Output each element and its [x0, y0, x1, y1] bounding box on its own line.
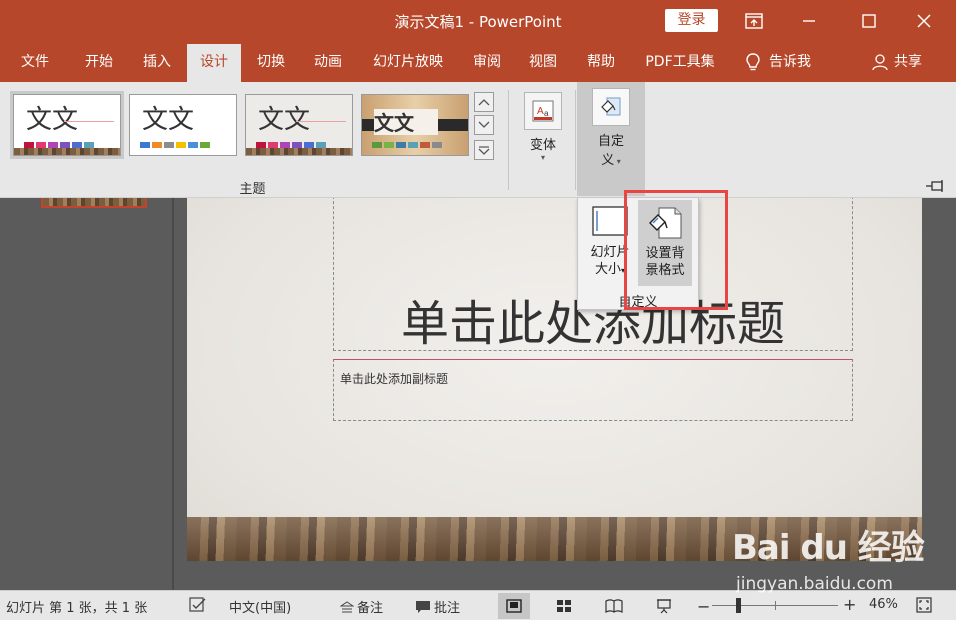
theme-preview-text: 文文: [258, 105, 311, 135]
customize-label-line2: 义: [601, 153, 615, 168]
slide-subtitle: 单击此处添加副标题: [340, 372, 449, 386]
color-swatch: [164, 142, 174, 148]
variants-button[interactable]: Aa 变体 ▾: [518, 86, 568, 172]
tab-transitions[interactable]: 切换: [250, 42, 292, 82]
chevron-down-icon: [478, 121, 490, 128]
share-label: 共享: [894, 54, 922, 70]
customize-button[interactable]: 自定 义 ▾: [577, 82, 645, 196]
ribbon-display-options-icon[interactable]: [740, 7, 768, 35]
tab-help[interactable]: 帮助: [580, 42, 622, 82]
minimize-icon[interactable]: [795, 7, 823, 35]
chevron-down-icon: ▾: [614, 157, 621, 166]
theme-option-3[interactable]: 文文: [245, 94, 353, 156]
customize-icon: [592, 88, 630, 126]
slide-count-status[interactable]: 幻灯片 第 1 张，共 1 张: [6, 597, 147, 616]
ribbon: 文文 文文 文文 文文 主题 Aa 变体 ▾ 自定 义 ▾: [0, 82, 956, 198]
color-swatch: [200, 142, 210, 148]
tab-pdf-tools[interactable]: PDF工具集: [640, 42, 720, 82]
color-swatch: [372, 142, 382, 148]
comment-icon: [416, 600, 430, 613]
svg-text:A: A: [537, 106, 544, 117]
gallery-more-button[interactable]: [474, 140, 494, 160]
theme-option-4[interactable]: 文文: [361, 94, 469, 156]
pane-splitter[interactable]: [172, 198, 174, 590]
slide-size-label-line2: 大小: [594, 262, 621, 277]
tab-file[interactable]: 文件: [14, 42, 56, 82]
color-swatch: [432, 142, 442, 148]
lightbulb-icon: [746, 53, 760, 71]
language-status[interactable]: 中文(中国): [229, 597, 291, 616]
expand-more-icon: [478, 146, 490, 155]
theme-preview-text: 文文: [26, 105, 79, 135]
baidu-watermark: Bai du 经验 jingyan.baidu.com: [732, 520, 932, 600]
chevron-down-icon: ▾: [540, 153, 545, 162]
person-icon: [872, 54, 888, 71]
color-swatch: [140, 142, 150, 148]
title-bar: 演示文稿1 - PowerPoint 登录: [0, 0, 956, 42]
variants-icon: Aa: [524, 92, 562, 130]
notes-button[interactable]: 备注: [340, 597, 383, 616]
comments-label: 批注: [434, 601, 461, 616]
theme-option-1[interactable]: 文文: [10, 91, 124, 159]
zoom-out-icon[interactable]: −: [697, 597, 710, 616]
gallery-scroll-down-button[interactable]: [474, 115, 494, 135]
login-button[interactable]: 登录: [665, 9, 718, 32]
color-swatch: [152, 142, 162, 148]
tab-review[interactable]: 审阅: [466, 42, 508, 82]
watermark-brand: Bai du 经验: [732, 528, 925, 568]
theme-preview-text: 文文: [142, 105, 195, 135]
slide-canvas[interactable]: 单击此处添加标题 单击此处添加副标题: [187, 198, 922, 561]
notes-label: 备注: [357, 601, 384, 616]
subtitle-placeholder[interactable]: 单击此处添加副标题: [333, 359, 853, 421]
theme-option-2[interactable]: 文文: [129, 94, 237, 156]
tell-me-label: 告诉我: [769, 54, 811, 70]
tell-me-search[interactable]: 告诉我: [745, 42, 835, 82]
tab-slideshow[interactable]: 幻灯片放映: [366, 42, 450, 82]
comments-button[interactable]: 批注: [415, 597, 460, 616]
close-icon[interactable]: [910, 7, 938, 35]
color-swatch: [384, 142, 394, 148]
color-swatch: [420, 142, 430, 148]
projector-icon: [657, 599, 671, 614]
pin-ribbon-icon[interactable]: [925, 178, 947, 192]
variants-label: 变体: [529, 138, 556, 153]
zoom-slider-handle[interactable]: [736, 598, 741, 613]
grid-icon: [557, 600, 571, 612]
theme-color-swatches: [140, 142, 210, 148]
annotation-highlight-box: [624, 190, 728, 310]
normal-view-icon: [506, 599, 522, 613]
slide-thumbnail-1[interactable]: [41, 198, 147, 208]
share-button[interactable]: 共享: [872, 42, 934, 82]
color-swatch: [188, 142, 198, 148]
slideshow-view-button[interactable]: [648, 593, 680, 619]
tab-animations[interactable]: 动画: [307, 42, 349, 82]
theme-color-swatches: [372, 142, 442, 148]
menu-bar: 文件 开始 插入 设计 切换 动画 幻灯片放映 审阅 视图 帮助 PDF工具集 …: [0, 42, 956, 82]
normal-view-button[interactable]: [498, 593, 530, 619]
themes-group-label: 主题: [239, 182, 266, 197]
notes-icon: [340, 600, 354, 612]
tab-insert[interactable]: 插入: [136, 42, 178, 82]
tab-view[interactable]: 视图: [522, 42, 564, 82]
color-swatch: [176, 142, 186, 148]
customize-label-line1: 自定: [597, 134, 624, 149]
gallery-scroll-up-button[interactable]: [474, 92, 494, 112]
theme-preview-text: 文文: [374, 111, 414, 135]
slide-sorter-view-button[interactable]: [548, 593, 580, 619]
chevron-up-icon: [478, 99, 490, 106]
tab-design[interactable]: 设计: [187, 44, 241, 82]
tab-home[interactable]: 开始: [78, 42, 120, 82]
color-swatch: [408, 142, 418, 148]
slide-thumbnail-pane[interactable]: [0, 198, 172, 590]
accessibility-check-icon[interactable]: [189, 597, 207, 613]
book-icon: [605, 599, 623, 613]
svg-text:a: a: [544, 109, 549, 118]
color-swatch: [396, 142, 406, 148]
reading-view-button[interactable]: [598, 593, 630, 619]
watermark-url: jingyan.baidu.com: [736, 574, 893, 594]
maximize-icon[interactable]: [855, 7, 883, 35]
